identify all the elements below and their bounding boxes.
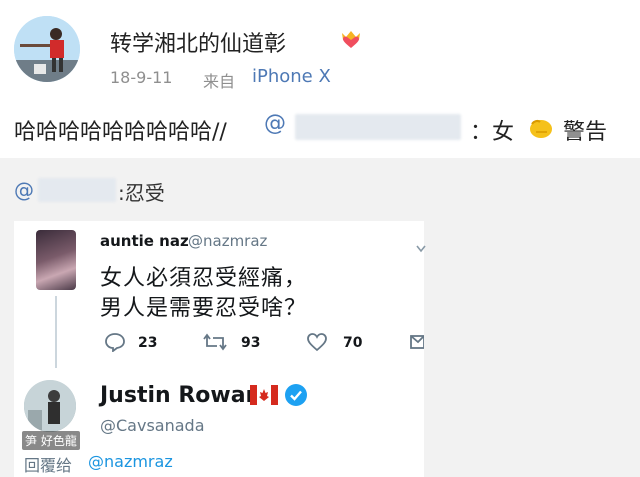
heart-icon bbox=[306, 332, 328, 356]
tweet-author-handle: @nazmraz bbox=[188, 232, 268, 250]
reply-icon bbox=[104, 332, 126, 356]
message-icon bbox=[410, 332, 425, 356]
tweet-text-line: 男人是需要忍受啥？ bbox=[100, 296, 308, 321]
like-count: 70 bbox=[343, 335, 363, 351]
reply-count: 23 bbox=[138, 335, 158, 351]
redacted-username bbox=[295, 114, 461, 140]
redacted-quote-username bbox=[38, 178, 116, 202]
quote-text: :忍受 bbox=[118, 181, 165, 205]
reply-author-handle: @Cavsanada bbox=[100, 416, 205, 435]
post-source-device[interactable]: iPhone X bbox=[252, 66, 331, 87]
quote-mention-at[interactable]: @ bbox=[14, 178, 34, 202]
repost-text-tail: ：女 bbox=[470, 120, 515, 145]
reply-author-name: Justin Rowan bbox=[100, 383, 262, 408]
repost-mention-at[interactable]: @ bbox=[264, 111, 286, 136]
chevron-down-icon bbox=[416, 238, 426, 253]
replying-to-label: 回覆给 bbox=[24, 456, 73, 475]
username[interactable]: 转学湘北的仙道彰 bbox=[110, 26, 286, 58]
replying-to-handle[interactable]: @nazmraz bbox=[88, 452, 173, 471]
fist-icon bbox=[527, 116, 553, 140]
post-source-label: 来自 bbox=[203, 72, 236, 91]
post-time: 18-9-11 bbox=[110, 68, 173, 87]
user-avatar[interactable] bbox=[14, 16, 80, 82]
canada-flag-icon bbox=[250, 385, 278, 405]
retweet-icon bbox=[202, 332, 228, 356]
tweet-author-avatar bbox=[36, 230, 76, 290]
watermark-label: 笋 好色龍 bbox=[22, 431, 80, 450]
thread-connector bbox=[55, 296, 57, 368]
repost-text: 哈哈哈哈哈哈哈哈哈// bbox=[14, 120, 227, 145]
crown-heart-icon bbox=[340, 28, 362, 50]
retweet-count: 93 bbox=[241, 335, 261, 351]
reply-author-avatar bbox=[24, 380, 76, 432]
tweet-text-line: 女人必須忍受經痛， bbox=[100, 266, 308, 291]
verified-check-icon bbox=[284, 383, 308, 407]
repost-text-warning: 警告 bbox=[563, 120, 608, 145]
tweet-author-name: auntie naz bbox=[100, 232, 189, 250]
